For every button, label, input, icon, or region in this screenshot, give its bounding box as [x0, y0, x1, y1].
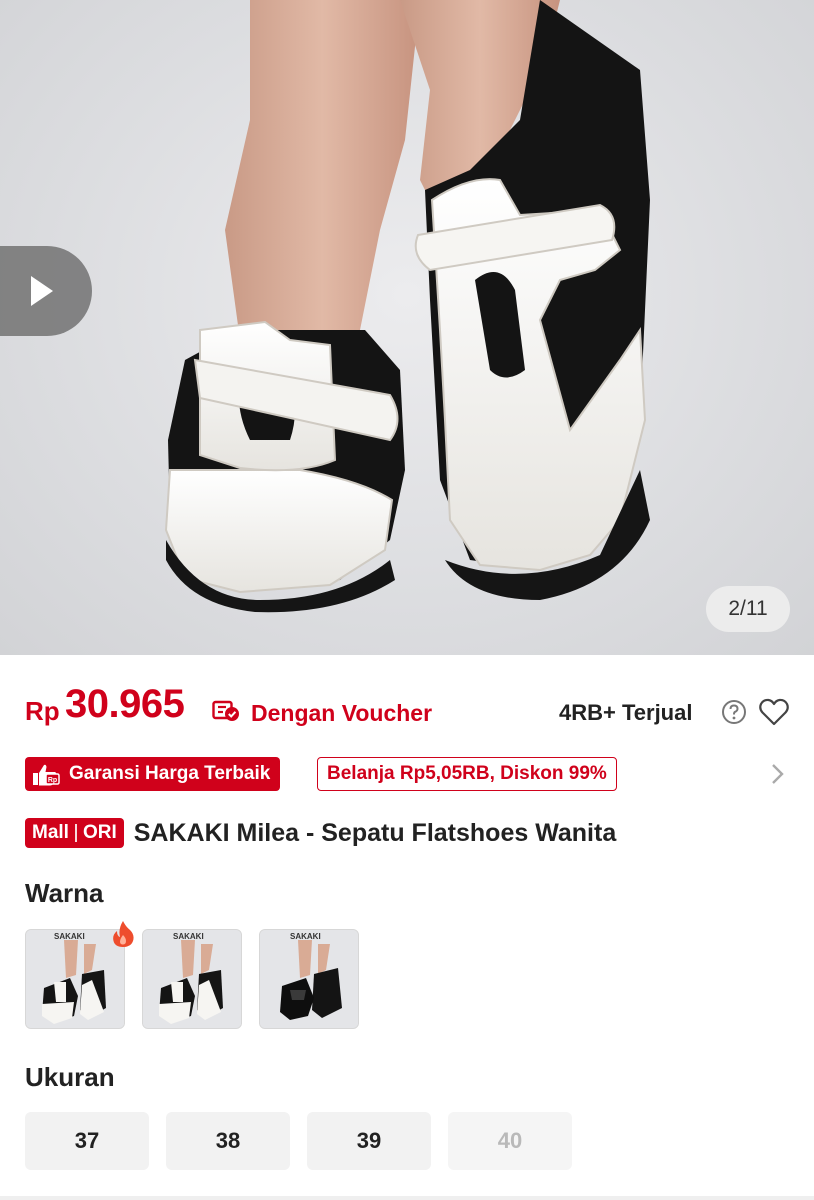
- voucher-icon: [212, 700, 239, 721]
- size-section-label: Ukuran: [25, 1062, 115, 1092]
- price-row: Rp 30.965 Dengan Voucher 4RB+ Terjual: [25, 682, 790, 742]
- sold-count: 4RB+ Terjual: [559, 700, 693, 725]
- best-price-guarantee-badge[interactable]: Rp Garansi Harga Terbaik: [25, 757, 281, 791]
- play-video-button[interactable]: [0, 246, 92, 336]
- product-title-row: Mall ORI SAKAKI Milea - Sepatu Flatshoes…: [25, 815, 795, 851]
- product-title: SAKAKI Milea - Sepatu Flatshoes Wanita: [133, 818, 617, 847]
- badge-divider: [74, 824, 77, 842]
- price-currency: Rp: [25, 696, 60, 726]
- image-counter: 2/11: [706, 586, 790, 632]
- size-option-38[interactable]: 38: [166, 1112, 290, 1170]
- variant-brand-text: SAKAKI: [290, 932, 321, 941]
- size-option-40: 40: [448, 1112, 572, 1170]
- guarantee-label: Garansi Harga Terbaik: [69, 763, 271, 784]
- ori-badge-text: ORI: [82, 822, 117, 843]
- size-option-37[interactable]: 37: [25, 1112, 149, 1170]
- chevron-right-icon[interactable]: [768, 762, 786, 786]
- color-variant-list: SAKAKI SAKAKI SAKAKI: [25, 929, 359, 1029]
- discount-tag[interactable]: Belanja Rp5,05RB, Diskon 99%: [317, 757, 617, 791]
- variant-thumbnail: [143, 930, 241, 1028]
- help-icon[interactable]: [721, 699, 747, 725]
- play-icon: [31, 276, 53, 306]
- divider: [0, 1196, 814, 1200]
- mall-badge-text: Mall: [32, 822, 69, 843]
- color-section-label: Warna: [25, 878, 104, 908]
- size-option-39[interactable]: 39: [307, 1112, 431, 1170]
- hot-fire-icon: [113, 921, 134, 947]
- price-guarantee-icon: Rp: [33, 764, 60, 786]
- price-value: 30.965: [65, 682, 185, 726]
- product-image-gallery[interactable]: 2/11: [0, 0, 814, 655]
- variant-brand-text: SAKAKI: [54, 932, 85, 941]
- product-photo: [164, 0, 650, 613]
- color-option-black[interactable]: SAKAKI: [259, 929, 359, 1029]
- wishlist-heart-icon[interactable]: [758, 697, 790, 727]
- svg-text:Rp: Rp: [48, 777, 57, 784]
- variant-brand-text: SAKAKI: [173, 932, 204, 941]
- color-option-white-black-2[interactable]: SAKAKI: [142, 929, 242, 1029]
- variant-thumbnail: [260, 930, 358, 1028]
- voucher-label: Dengan Voucher: [251, 700, 433, 726]
- mall-ori-badge: Mall ORI: [25, 818, 124, 848]
- size-option-list: 37 38 39 40: [25, 1112, 572, 1170]
